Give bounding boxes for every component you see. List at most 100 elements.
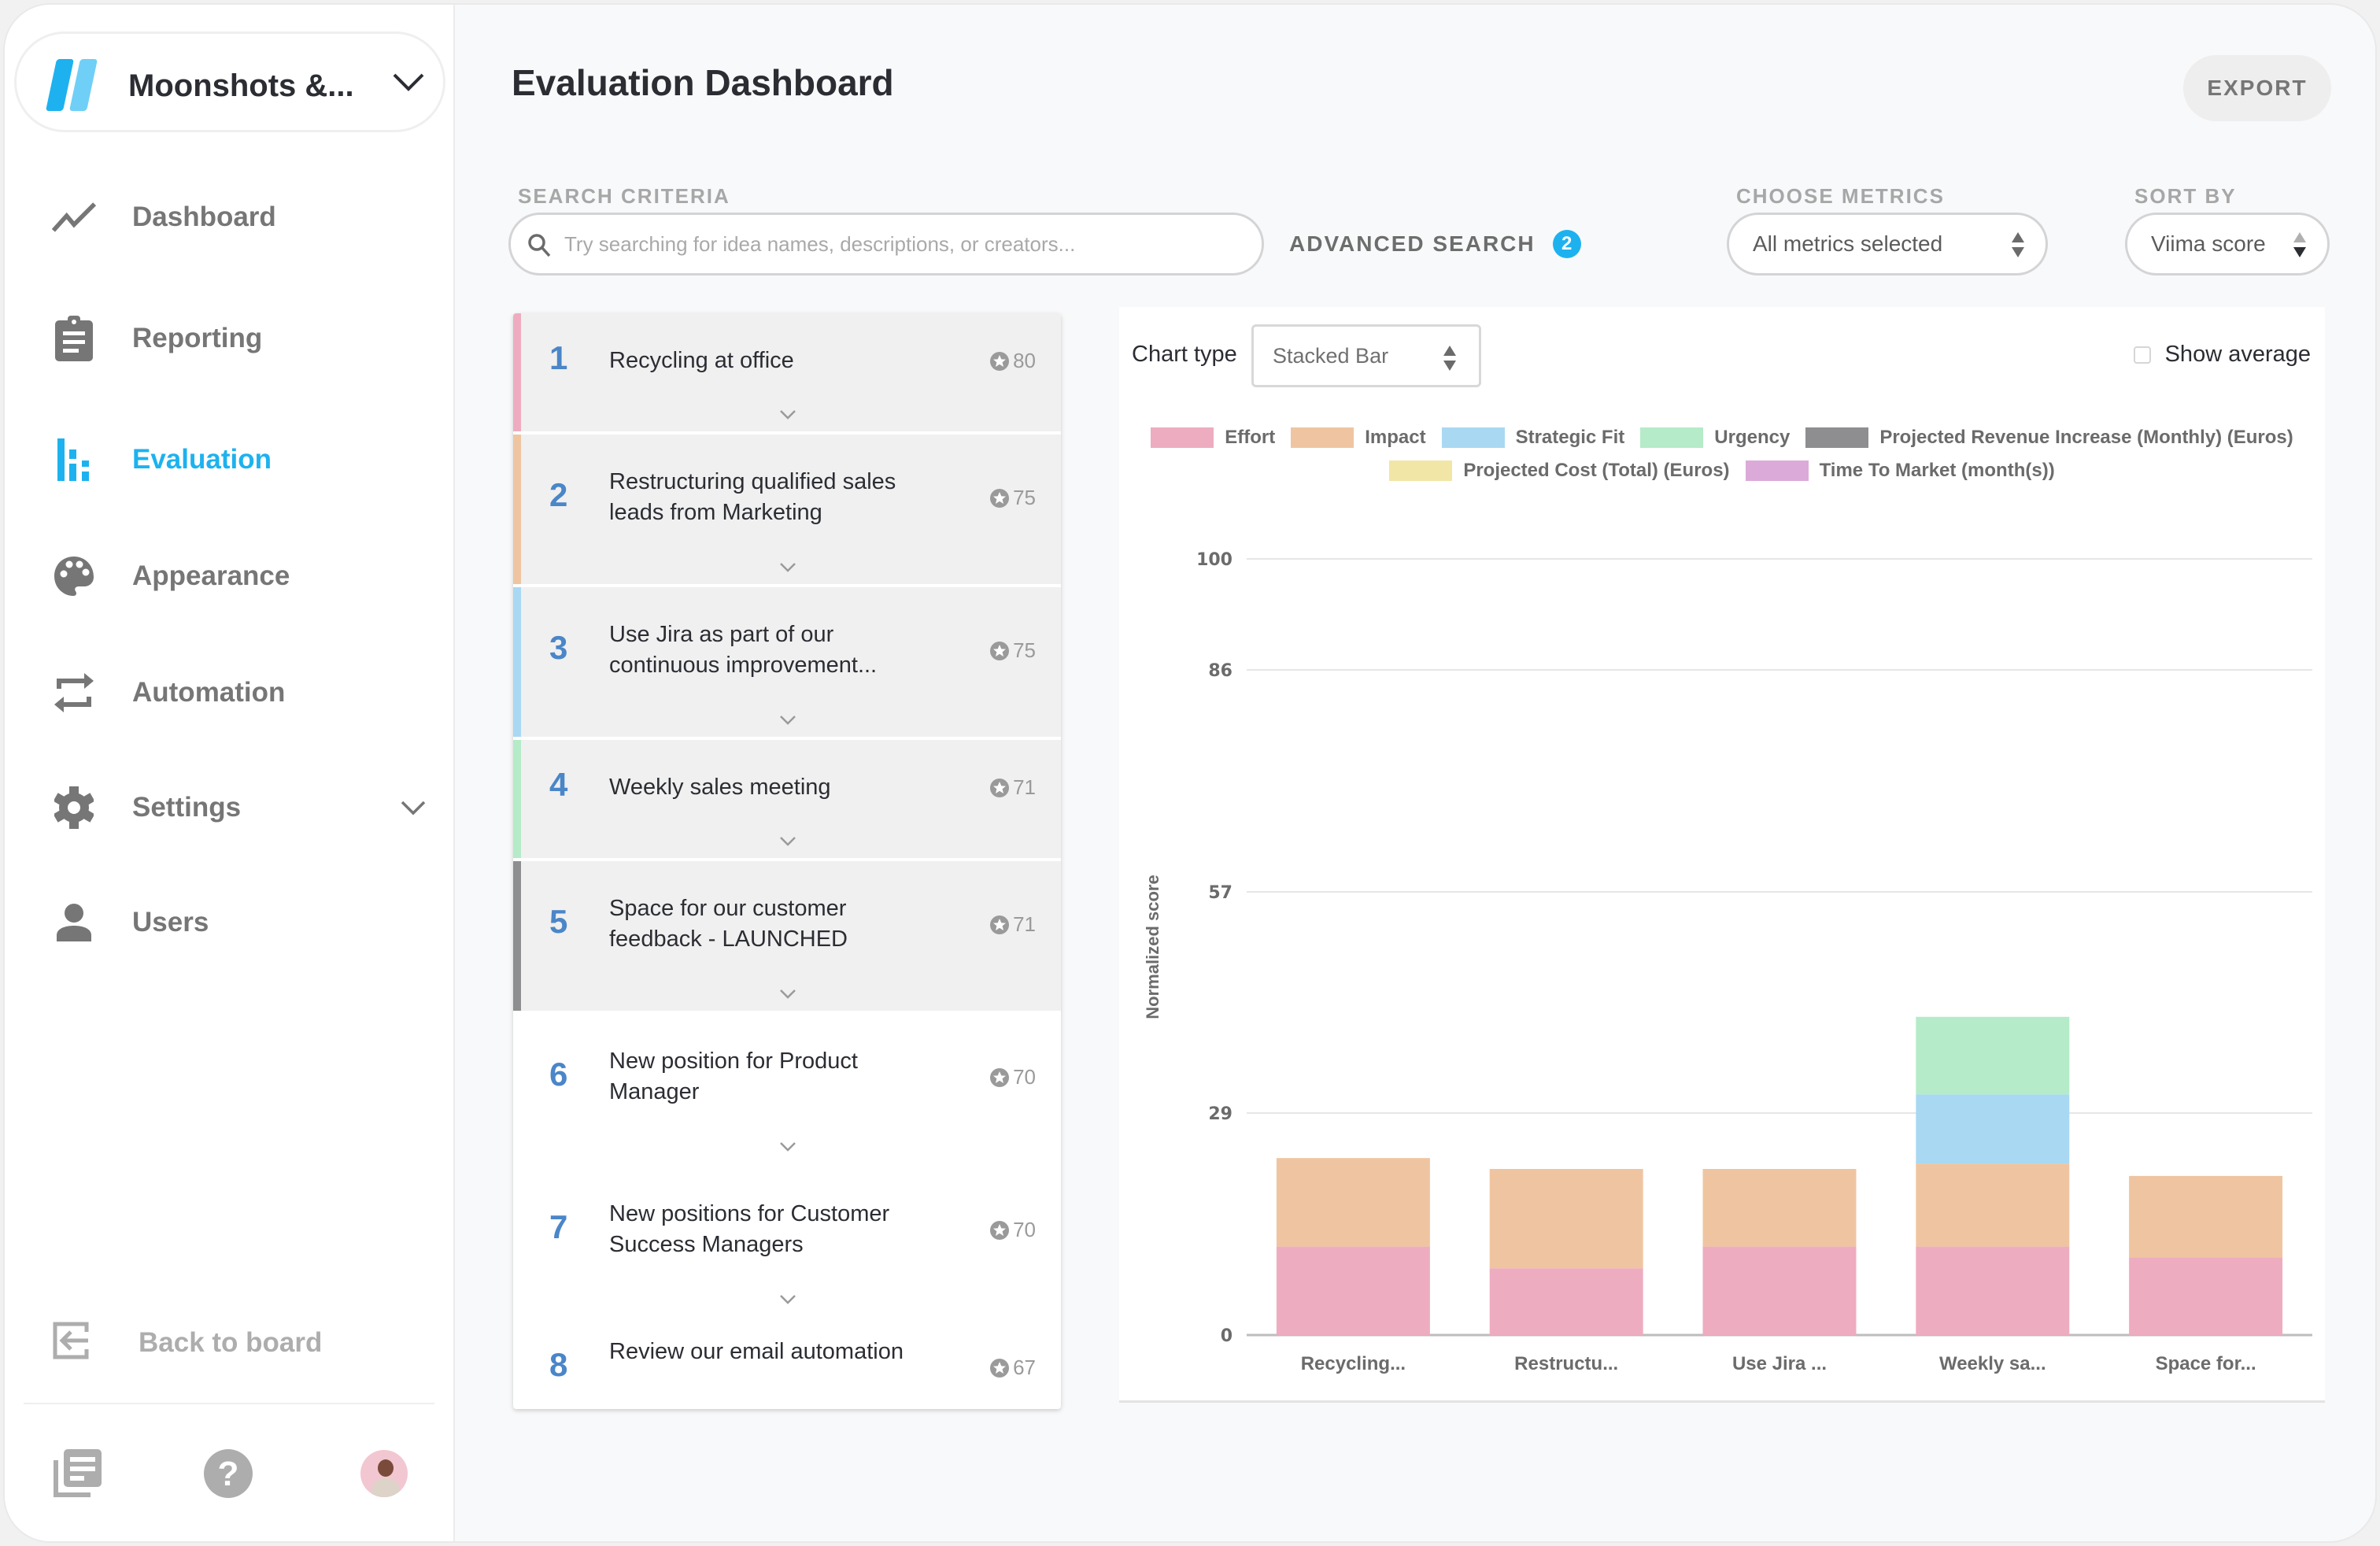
back-to-board-link[interactable]: Back to board (5, 1311, 453, 1374)
idea-row[interactable]: 2 Restructuring qualified sales leads fro… (513, 435, 1061, 584)
idea-color-stripe (513, 313, 521, 431)
bar-segment-impact[interactable] (1702, 1168, 1857, 1247)
help-icon[interactable]: ? (203, 1448, 253, 1499)
advanced-search-button[interactable]: ADVANCED SEARCH 2 (1289, 230, 1581, 258)
search-icon (528, 234, 551, 257)
idea-score-value: 80 (1013, 349, 1036, 372)
workspace-switcher[interactable]: Moonshots &... (14, 31, 445, 132)
idea-title: Space for our customer feedback - LAUNCH… (609, 896, 848, 952)
legend-label: Strategic Fit (1515, 427, 1625, 448)
trend-line-icon (52, 195, 96, 239)
bar-segment-effort[interactable] (1702, 1246, 1857, 1335)
legend-swatch (1805, 427, 1869, 448)
idea-row[interactable]: 8 Review our email automation 67 (513, 1319, 1061, 1409)
legend-item[interactable]: Urgency (1640, 427, 1790, 449)
palette-icon (52, 554, 96, 598)
sidebar-item-label: Dashboard (132, 202, 276, 232)
idea-title: New position for Product Manager (609, 1049, 858, 1104)
y-tick-label: 0 (1221, 1326, 1232, 1346)
legend-label: Projected Cost (Total) (Euros) (1463, 460, 1730, 481)
sort-select[interactable]: Viima score (2125, 213, 2330, 276)
legend-item[interactable]: Strategic Fit (1441, 427, 1625, 449)
x-tick-label: Recycling... (1301, 1353, 1406, 1374)
search-input[interactable] (564, 215, 1241, 273)
back-to-board-label: Back to board (139, 1327, 323, 1358)
idea-row[interactable]: 3 Use Jira as part of our continuous impr… (513, 587, 1061, 737)
repeat-arrows-icon (52, 671, 96, 715)
bar-segment-effort[interactable] (1489, 1268, 1643, 1335)
idea-score-value: 67 (1013, 1356, 1036, 1379)
sidebar-item-evaluation[interactable]: Evaluation (5, 428, 453, 491)
sort-arrows-icon (1443, 346, 1456, 371)
workspace-name: Moonshots &... (128, 68, 354, 103)
idea-row[interactable]: 6 New position for Product Manager 70 (513, 1014, 1061, 1163)
sidebar-item-users[interactable]: Users (5, 891, 453, 954)
sidebar-item-appearance[interactable]: Appearance (5, 545, 453, 608)
advanced-search-count-badge: 2 (1552, 230, 1581, 258)
expand-chevron-icon[interactable] (779, 989, 796, 1000)
show-average-toggle[interactable]: Show average (2133, 342, 2311, 368)
expand-chevron-icon[interactable] (779, 1294, 796, 1305)
idea-score-value: 75 (1013, 638, 1036, 662)
documents-icon[interactable] (52, 1448, 102, 1499)
idea-ranking-list: 1 Recycling at office 80 2 Restructuring qua… (513, 313, 1061, 1409)
idea-score: 75 (990, 638, 1036, 663)
legend-item[interactable]: Projected Revenue Increase (Monthly) (Eu… (1805, 427, 2293, 449)
show-average-label: Show average (2164, 342, 2311, 367)
svg-text:?: ? (218, 1455, 239, 1493)
stacked-bar-chart: 0 29 57 86 100 Normalized score Recycling... Re… (1143, 550, 2312, 1374)
x-tick-label: Weekly sa... (1939, 1353, 2046, 1374)
legend-item[interactable]: Projected Cost (Total) (Euros) (1389, 460, 1730, 482)
legend-swatch (1745, 460, 1809, 481)
sidebar-item-dashboard[interactable]: Dashboard (5, 186, 453, 249)
idea-row[interactable]: 7 New positions for Customer Success Mana… (513, 1167, 1061, 1316)
export-button[interactable]: EXPORT (2183, 55, 2331, 121)
bar-segment-impact[interactable] (1916, 1163, 2070, 1247)
idea-title: Review our email automation (609, 1339, 904, 1364)
chart-type-value: Stacked Bar (1273, 344, 1389, 368)
legend-item[interactable]: Time To Market (month(s)) (1745, 460, 2055, 482)
advanced-search-label: ADVANCED SEARCH (1289, 231, 1536, 256)
idea-rank: 3 (549, 629, 568, 666)
sidebar-item-label: Evaluation (132, 444, 272, 475)
idea-row[interactable]: 4 Weekly sales meeting 71 (513, 740, 1061, 858)
metrics-select[interactable]: All metrics selected (1727, 213, 2048, 276)
chevron-down-icon (393, 73, 424, 91)
star-icon (990, 915, 1010, 934)
gear-icon (52, 786, 96, 830)
legend-item[interactable]: Impact (1291, 427, 1426, 449)
expand-chevron-icon[interactable] (779, 1141, 796, 1152)
expand-chevron-icon[interactable] (779, 715, 796, 726)
bar-segment-effort[interactable] (1276, 1246, 1430, 1335)
user-icon (52, 901, 96, 945)
bar-segment-impact[interactable] (1276, 1158, 1430, 1247)
main-content: Evaluation Dashboard EXPORT SEARCH CRITE… (455, 5, 2375, 1541)
idea-row[interactable]: 5 Space for our customer feedback - LAUNC… (513, 861, 1061, 1011)
chevron-down-icon[interactable] (400, 798, 427, 817)
y-tick-label: 57 (1208, 883, 1232, 903)
sidebar-item-reporting[interactable]: Reporting (5, 307, 453, 370)
expand-chevron-icon[interactable] (779, 562, 796, 573)
expand-chevron-icon[interactable] (779, 836, 796, 847)
bar-segment-effort[interactable] (1916, 1246, 2070, 1335)
exit-arrow-icon (52, 1321, 96, 1365)
show-average-checkbox[interactable] (2133, 346, 2151, 364)
bar-segment-effort[interactable] (2129, 1257, 2283, 1335)
bar-segment-impact[interactable] (2129, 1175, 2283, 1258)
idea-row[interactable]: 1 Recycling at office 80 (513, 313, 1061, 431)
bar-segment-urgency[interactable] (1916, 1016, 2070, 1095)
sidebar-item-settings[interactable]: Settings (5, 776, 453, 839)
legend-swatch (1640, 427, 1704, 448)
star-icon (990, 778, 1010, 797)
bar-segment-strategic-fit[interactable] (1916, 1094, 2070, 1164)
expand-chevron-icon[interactable] (779, 409, 796, 420)
legend-swatch (1389, 460, 1453, 481)
chart-type-select[interactable]: Stacked Bar (1251, 324, 1481, 387)
y-tick-label: 29 (1208, 1104, 1232, 1124)
sidebar-item-automation[interactable]: Automation (5, 661, 453, 724)
avatar[interactable] (360, 1450, 408, 1497)
bar-segment-impact[interactable] (1489, 1168, 1643, 1269)
idea-rank: 5 (549, 903, 568, 940)
legend-item[interactable]: Effort (1151, 427, 1275, 449)
sidebar-item-label: Settings (132, 792, 242, 823)
